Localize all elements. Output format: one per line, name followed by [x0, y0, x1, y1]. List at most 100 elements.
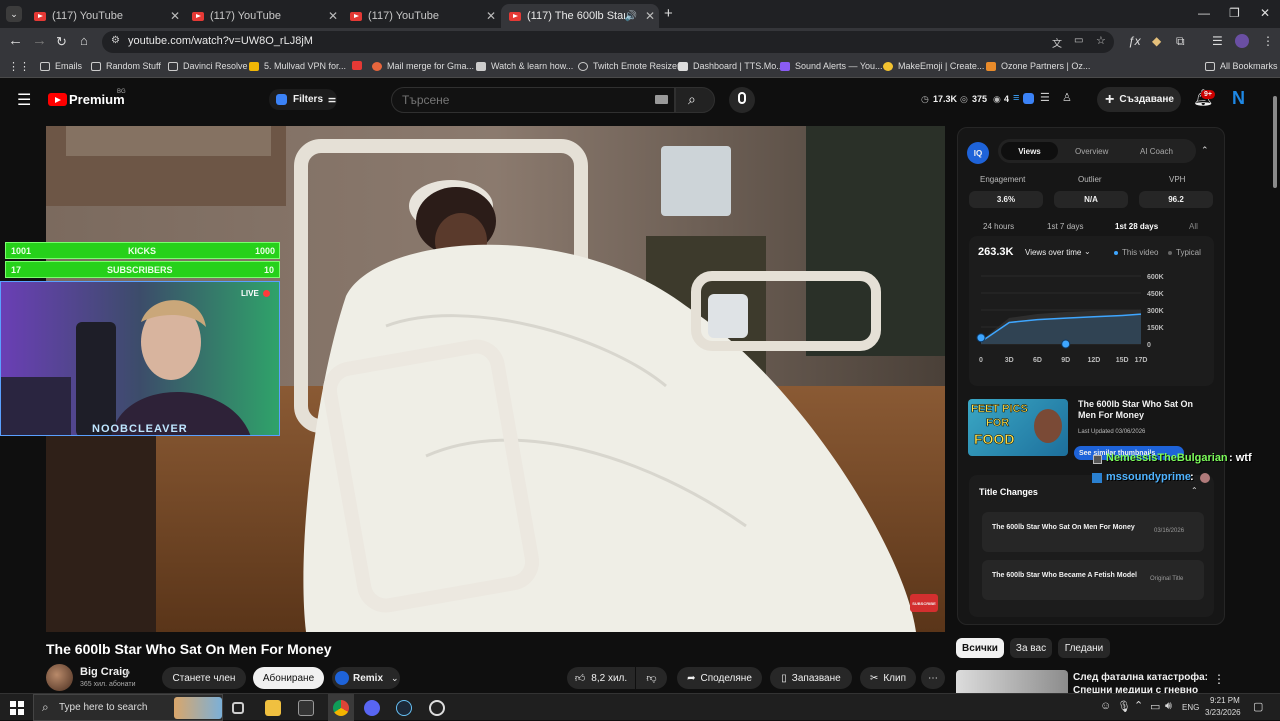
- notifications-icon[interactable]: ▢: [1253, 700, 1263, 713]
- tray-date[interactable]: 3/23/2026: [1205, 708, 1241, 717]
- chip-all[interactable]: Всички: [956, 638, 1004, 658]
- extension-fx-icon[interactable]: ƒx: [1128, 34, 1141, 48]
- clip-button[interactable]: ✂ Клип: [860, 667, 916, 689]
- restore-icon[interactable]: ❐: [1229, 6, 1240, 20]
- channel-avatar[interactable]: [46, 664, 73, 691]
- tray-volume-icon[interactable]: 🔊︎: [1165, 700, 1172, 713]
- profile-avatar[interactable]: [1235, 34, 1249, 48]
- dislike-button[interactable]: 👎︎: [636, 667, 667, 689]
- dropdown-chevron-icon[interactable]: ⌄: [1084, 247, 1091, 256]
- bookmark-mullvad[interactable]: 5. Mullvad VPN for...: [249, 61, 346, 71]
- audio-icon[interactable]: 🔊: [625, 11, 637, 22]
- subscribe-button[interactable]: Абониране: [253, 667, 324, 689]
- file-explorer-icon[interactable]: [265, 700, 281, 716]
- tab-ai-coach[interactable]: AI Coach: [1140, 147, 1173, 156]
- menu-kebab-icon[interactable]: ⋮: [1262, 34, 1274, 48]
- bookmark-makeemoji[interactable]: MakeEmoji | Create...: [883, 61, 984, 71]
- bookmark-emails[interactable]: Emails: [40, 61, 82, 71]
- recommended-title-line2[interactable]: Спешни медици с гневно: [1073, 685, 1198, 693]
- close-tab-icon[interactable]: ✕: [324, 9, 342, 23]
- chip-watched[interactable]: Гледани: [1058, 638, 1110, 658]
- new-tab-button[interactable]: +: [664, 5, 673, 22]
- address-bar[interactable]: ⚙ youtube.com/watch?v=UW8O_rLJ8jM 文 ▭ ☆: [102, 31, 1114, 53]
- bookmark-sound-alerts[interactable]: Sound Alerts — You...: [780, 61, 883, 71]
- bookmark-star-icon[interactable]: ☆: [1096, 34, 1106, 47]
- range-all[interactable]: All: [1189, 222, 1198, 231]
- youtube-logo-icon[interactable]: [48, 93, 67, 106]
- like-button[interactable]: 👍︎ 8,2 хил.: [567, 667, 635, 689]
- tab-overview[interactable]: Overview: [1075, 147, 1108, 156]
- bookmark-tts[interactable]: Dashboard | TTS.Mo...: [678, 61, 784, 71]
- recommended-more-icon[interactable]: ⋮: [1213, 672, 1225, 686]
- bookmark-twitch-emote[interactable]: Twitch Emote Resizer: [578, 61, 680, 71]
- views-dropdown[interactable]: Views over time: [1025, 248, 1081, 257]
- close-tab-icon[interactable]: ✕: [641, 9, 659, 23]
- iq-badge-icon[interactable]: [1023, 93, 1034, 104]
- close-window-icon[interactable]: ✕: [1260, 6, 1270, 20]
- voice-search-button[interactable]: [729, 87, 755, 113]
- filters-button[interactable]: Filters ⚌: [269, 89, 337, 110]
- app-icon[interactable]: [298, 700, 314, 716]
- bookmark-mail-merge[interactable]: Mail merge for Gma...: [372, 61, 474, 71]
- recommended-title-line1[interactable]: След фатална катастрофа:: [1073, 672, 1208, 683]
- save-button[interactable]: ▯ Запазване: [770, 667, 852, 689]
- search-button[interactable]: ⌕: [675, 87, 715, 113]
- task-view-icon[interactable]: [232, 702, 244, 714]
- channel-name[interactable]: Big Craig: [80, 666, 129, 678]
- page-scrollbar[interactable]: [1273, 96, 1277, 188]
- bookmark-watch-learn[interactable]: Watch & learn how...: [476, 61, 573, 71]
- steam-icon[interactable]: [396, 700, 412, 716]
- reading-list-icon[interactable]: ☰: [1212, 34, 1223, 48]
- extension-icon[interactable]: ◆: [1152, 34, 1161, 48]
- tray-time[interactable]: 9:21 PM: [1210, 696, 1240, 705]
- tray-user-icon[interactable]: ☺: [1100, 700, 1111, 712]
- range-24h[interactable]: 24 hours: [983, 222, 1014, 231]
- forward-icon[interactable]: →: [32, 32, 47, 49]
- tray-lang[interactable]: ENG: [1182, 703, 1199, 712]
- hamburger-menu-icon[interactable]: ☰: [17, 90, 31, 110]
- close-tab-icon[interactable]: ✕: [482, 9, 500, 23]
- minimize-icon[interactable]: —: [1198, 6, 1210, 20]
- tray-chevron-icon[interactable]: ⌃: [1134, 699, 1143, 712]
- trophy-icon[interactable]: ♙: [1062, 91, 1072, 104]
- create-button[interactable]: + Създаване: [1097, 87, 1181, 112]
- bookmark-davinci[interactable]: Davinci Resolve: [168, 61, 248, 71]
- list-icon[interactable]: ≡: [1013, 92, 1019, 104]
- tab-views[interactable]: Views: [1001, 142, 1058, 160]
- similar-thumbnail[interactable]: FEET PICS FOR FOOD: [968, 399, 1068, 456]
- menu-lines-icon[interactable]: ☰: [1040, 91, 1050, 104]
- close-tab-icon[interactable]: ✕: [166, 9, 184, 23]
- join-button[interactable]: Станете член: [162, 667, 246, 689]
- search-input[interactable]: [402, 93, 642, 107]
- more-actions-button[interactable]: ⋯: [921, 667, 945, 689]
- apps-grid-icon[interactable]: ⋮⋮: [8, 60, 30, 73]
- browser-tab[interactable]: (117) YouTube ✕: [342, 4, 500, 28]
- recommended-thumbnail[interactable]: [956, 670, 1068, 693]
- subscribe-watermark[interactable]: SUBSCRIBE: [910, 594, 938, 612]
- install-icon[interactable]: ▭: [1074, 35, 1083, 46]
- keyboard-icon[interactable]: [655, 95, 668, 104]
- account-avatar[interactable]: N: [1232, 88, 1245, 109]
- range-28d[interactable]: 1st 28 days: [1115, 222, 1158, 231]
- browser-tab[interactable]: (117) YouTube ✕: [26, 4, 184, 28]
- bookmark-random-stuff[interactable]: Random Stuff: [91, 61, 161, 71]
- taskbar-search[interactable]: ⌕ Type here to search: [33, 694, 223, 721]
- bookmark-youtube[interactable]: [352, 61, 367, 70]
- share-button[interactable]: ➦ Споделяне: [677, 667, 762, 689]
- tray-network-icon[interactable]: ▭: [1150, 700, 1160, 713]
- back-icon[interactable]: ←: [8, 32, 23, 49]
- reload-icon[interactable]: ↻: [56, 34, 67, 50]
- tray-mic-icon[interactable]: 🎙︎: [1117, 700, 1131, 713]
- similar-title[interactable]: The 600lb Star Who Sat On Men For Money: [1078, 399, 1213, 421]
- tab-search-button[interactable]: ⌄: [6, 6, 22, 22]
- chip-for-you[interactable]: За вас: [1010, 638, 1052, 658]
- browser-tab-active[interactable]: (117) The 600lb Star Who S🔊✕: [501, 4, 659, 28]
- chrome-icon[interactable]: [333, 700, 349, 716]
- discord-icon[interactable]: [364, 700, 380, 716]
- browser-tab[interactable]: (117) YouTube ✕: [184, 4, 342, 28]
- site-info-icon[interactable]: ⚙: [111, 35, 120, 46]
- bookmark-ozone[interactable]: Ozone Partners | Oz...: [986, 61, 1090, 71]
- collapse-chevron-icon[interactable]: ⌃: [1201, 145, 1209, 156]
- home-icon[interactable]: ⌂: [80, 33, 88, 48]
- translate-icon[interactable]: 文: [1052, 35, 1062, 50]
